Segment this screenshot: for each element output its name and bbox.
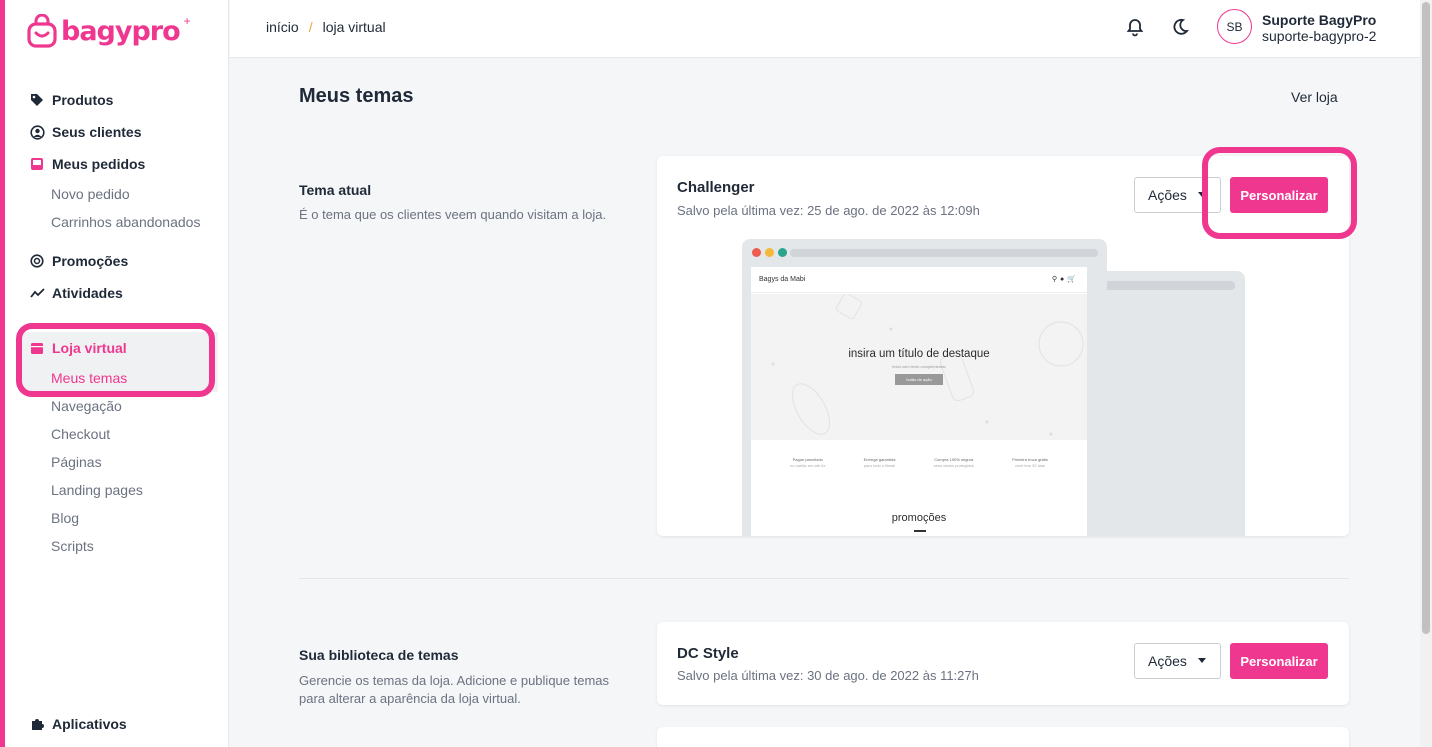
breadcrumb-separator: / bbox=[308, 19, 313, 35]
sidebar-item-clientes[interactable]: Seus clientes bbox=[5, 116, 229, 148]
preview-navbar: Bagys da Mabi ⚲●🛒 bbox=[751, 267, 1087, 293]
window-minimize-dot bbox=[765, 248, 774, 257]
logo[interactable]: bagypro + bbox=[27, 14, 191, 48]
sidebar-nav: Produtos Seus clientes Meus pedidos Novo… bbox=[5, 84, 229, 309]
preview-hero-subtitle: texto com texto complementar bbox=[892, 364, 946, 369]
mobile-url-bar bbox=[1097, 281, 1235, 290]
sidebar-item-label: Aplicativos bbox=[52, 716, 127, 732]
sparkle-icon: + bbox=[183, 14, 191, 28]
acoes-label: Ações bbox=[1148, 187, 1187, 203]
sidebar-item-label: Meus pedidos bbox=[52, 156, 146, 172]
breadcrumb-current[interactable]: loja virtual bbox=[323, 19, 386, 35]
feature-subtitle: no cartão em até 6x bbox=[790, 463, 826, 468]
user-handle: suporte-bagypro-2 bbox=[1262, 28, 1377, 44]
scrollbar-thumb[interactable] bbox=[1422, 2, 1430, 634]
sidebar-bottom: Aplicativos bbox=[5, 708, 229, 740]
ver-loja-link[interactable]: Ver loja bbox=[1291, 89, 1338, 105]
user-name: Suporte BagyPro bbox=[1262, 12, 1377, 28]
caret-down-icon bbox=[1198, 658, 1206, 663]
personalizar-button[interactable]: Personalizar bbox=[1230, 643, 1328, 679]
theme-name: Challenger bbox=[677, 179, 755, 196]
acoes-label: Ações bbox=[1148, 653, 1187, 669]
sidebar-subitem-scripts[interactable]: Scripts bbox=[5, 532, 229, 560]
feature-subtitle: você tem 30 dias bbox=[1014, 463, 1046, 468]
library-heading: Sua biblioteca de temas bbox=[299, 647, 459, 663]
breadcrumb-home[interactable]: início bbox=[266, 19, 299, 35]
preview-feature: Primeira troca grátis você tem 30 dias bbox=[1012, 457, 1048, 469]
preview-promo-heading: promoções bbox=[891, 512, 947, 524]
preview-nav-icons: ⚲●🛒 bbox=[1051, 276, 1079, 283]
avatar[interactable]: SB bbox=[1217, 9, 1252, 44]
puzzle-icon bbox=[29, 716, 45, 732]
sidebar-item-aplicativos[interactable]: Aplicativos bbox=[5, 708, 229, 740]
sidebar-item-produtos[interactable]: Produtos bbox=[5, 84, 229, 116]
window-maximize-dot bbox=[778, 248, 787, 257]
preview-store-name: Bagys da Mabi bbox=[759, 276, 806, 283]
highlight-annotation bbox=[1202, 147, 1357, 239]
scrollbar[interactable] bbox=[1420, 0, 1432, 747]
feature-subtitle: seus dados protegidos bbox=[933, 463, 974, 468]
moon-icon[interactable] bbox=[1170, 17, 1190, 37]
bell-icon[interactable] bbox=[1125, 17, 1145, 37]
library-description: Gerencie os temas da loja. Adicione e pu… bbox=[299, 673, 610, 706]
inbox-icon bbox=[29, 156, 45, 172]
current-theme-description: É o tema que os clientes veem quando vis… bbox=[299, 207, 607, 222]
sidebar: bagypro + Produtos Seus clientes Meus pe… bbox=[5, 0, 229, 747]
theme-saved-date: Salvo pela última vez: 30 de ago. de 202… bbox=[677, 668, 979, 683]
feature-subtitle: para todo o Brasil bbox=[863, 463, 896, 468]
preview-hero: insira um título de destaque texto com t… bbox=[751, 294, 1087, 440]
sidebar-subitem-landing-pages[interactable]: Landing pages bbox=[5, 476, 229, 504]
theme-name: DC Style bbox=[677, 645, 739, 662]
sidebar-item-atividades[interactable]: Atividades bbox=[5, 277, 229, 309]
sidebar-item-label: Atividades bbox=[52, 285, 123, 301]
sidebar-subitem-paginas[interactable]: Páginas bbox=[5, 448, 229, 476]
section-divider bbox=[299, 578, 1349, 579]
logo-text: bagypro bbox=[61, 15, 181, 47]
current-theme-heading: Tema atual bbox=[299, 182, 372, 198]
sidebar-item-pedidos[interactable]: Meus pedidos bbox=[5, 148, 229, 180]
top-header: início / loja virtual SB Suporte BagyPro… bbox=[230, 0, 1420, 58]
theme-saved-date: Salvo pela última vez: 25 de ago. de 202… bbox=[677, 203, 980, 218]
trend-chart-icon bbox=[29, 285, 45, 301]
browser-url-bar bbox=[790, 249, 1098, 257]
sidebar-item-label: Promoções bbox=[52, 253, 129, 269]
preview-feature: Pague parcelado no cartão em até 6x bbox=[790, 457, 825, 469]
library-theme-card bbox=[657, 727, 1349, 747]
preview-features: Pague parcelado no cartão em até 6x Entre… bbox=[751, 457, 1087, 469]
preview-hero-title: insira um título de destaque bbox=[848, 348, 990, 360]
desktop-preview-mockup: Bagys da Mabi ⚲●🛒 insira um título de de… bbox=[742, 239, 1107, 536]
sidebar-subitem-checkout[interactable]: Checkout bbox=[5, 420, 229, 448]
bag-logo-icon bbox=[27, 14, 57, 48]
sidebar-item-promocoes[interactable]: Promoções bbox=[5, 245, 229, 277]
page-title: Meus temas bbox=[299, 85, 414, 107]
preview-screen: Bagys da Mabi ⚲●🛒 insira um título de de… bbox=[751, 267, 1087, 536]
acoes-dropdown[interactable]: Ações bbox=[1134, 643, 1221, 679]
highlight-annotation bbox=[16, 323, 215, 397]
breadcrumb: início / loja virtual bbox=[266, 19, 386, 35]
sidebar-subitem-carrinhos[interactable]: Carrinhos abandonados bbox=[5, 208, 229, 236]
mobile-preview-mockup bbox=[1087, 271, 1245, 536]
user-circle-icon bbox=[29, 124, 45, 140]
preview-feature: Entrega garantida para todo o Brasil bbox=[864, 457, 896, 469]
sidebar-subitem-novo-pedido[interactable]: Novo pedido bbox=[5, 180, 229, 208]
preview-promo-underline bbox=[914, 530, 926, 532]
sidebar-item-label: Produtos bbox=[52, 92, 114, 108]
window-close-dot bbox=[752, 248, 761, 257]
sidebar-subitem-blog[interactable]: Blog bbox=[5, 504, 229, 532]
preview-hero-button: botão de ação bbox=[895, 374, 943, 385]
tag-icon bbox=[29, 92, 45, 108]
percent-badge-icon bbox=[29, 253, 45, 269]
sidebar-item-label: Seus clientes bbox=[52, 124, 142, 140]
preview-feature: Compra 100% segura seus dados protegidos bbox=[934, 457, 974, 469]
